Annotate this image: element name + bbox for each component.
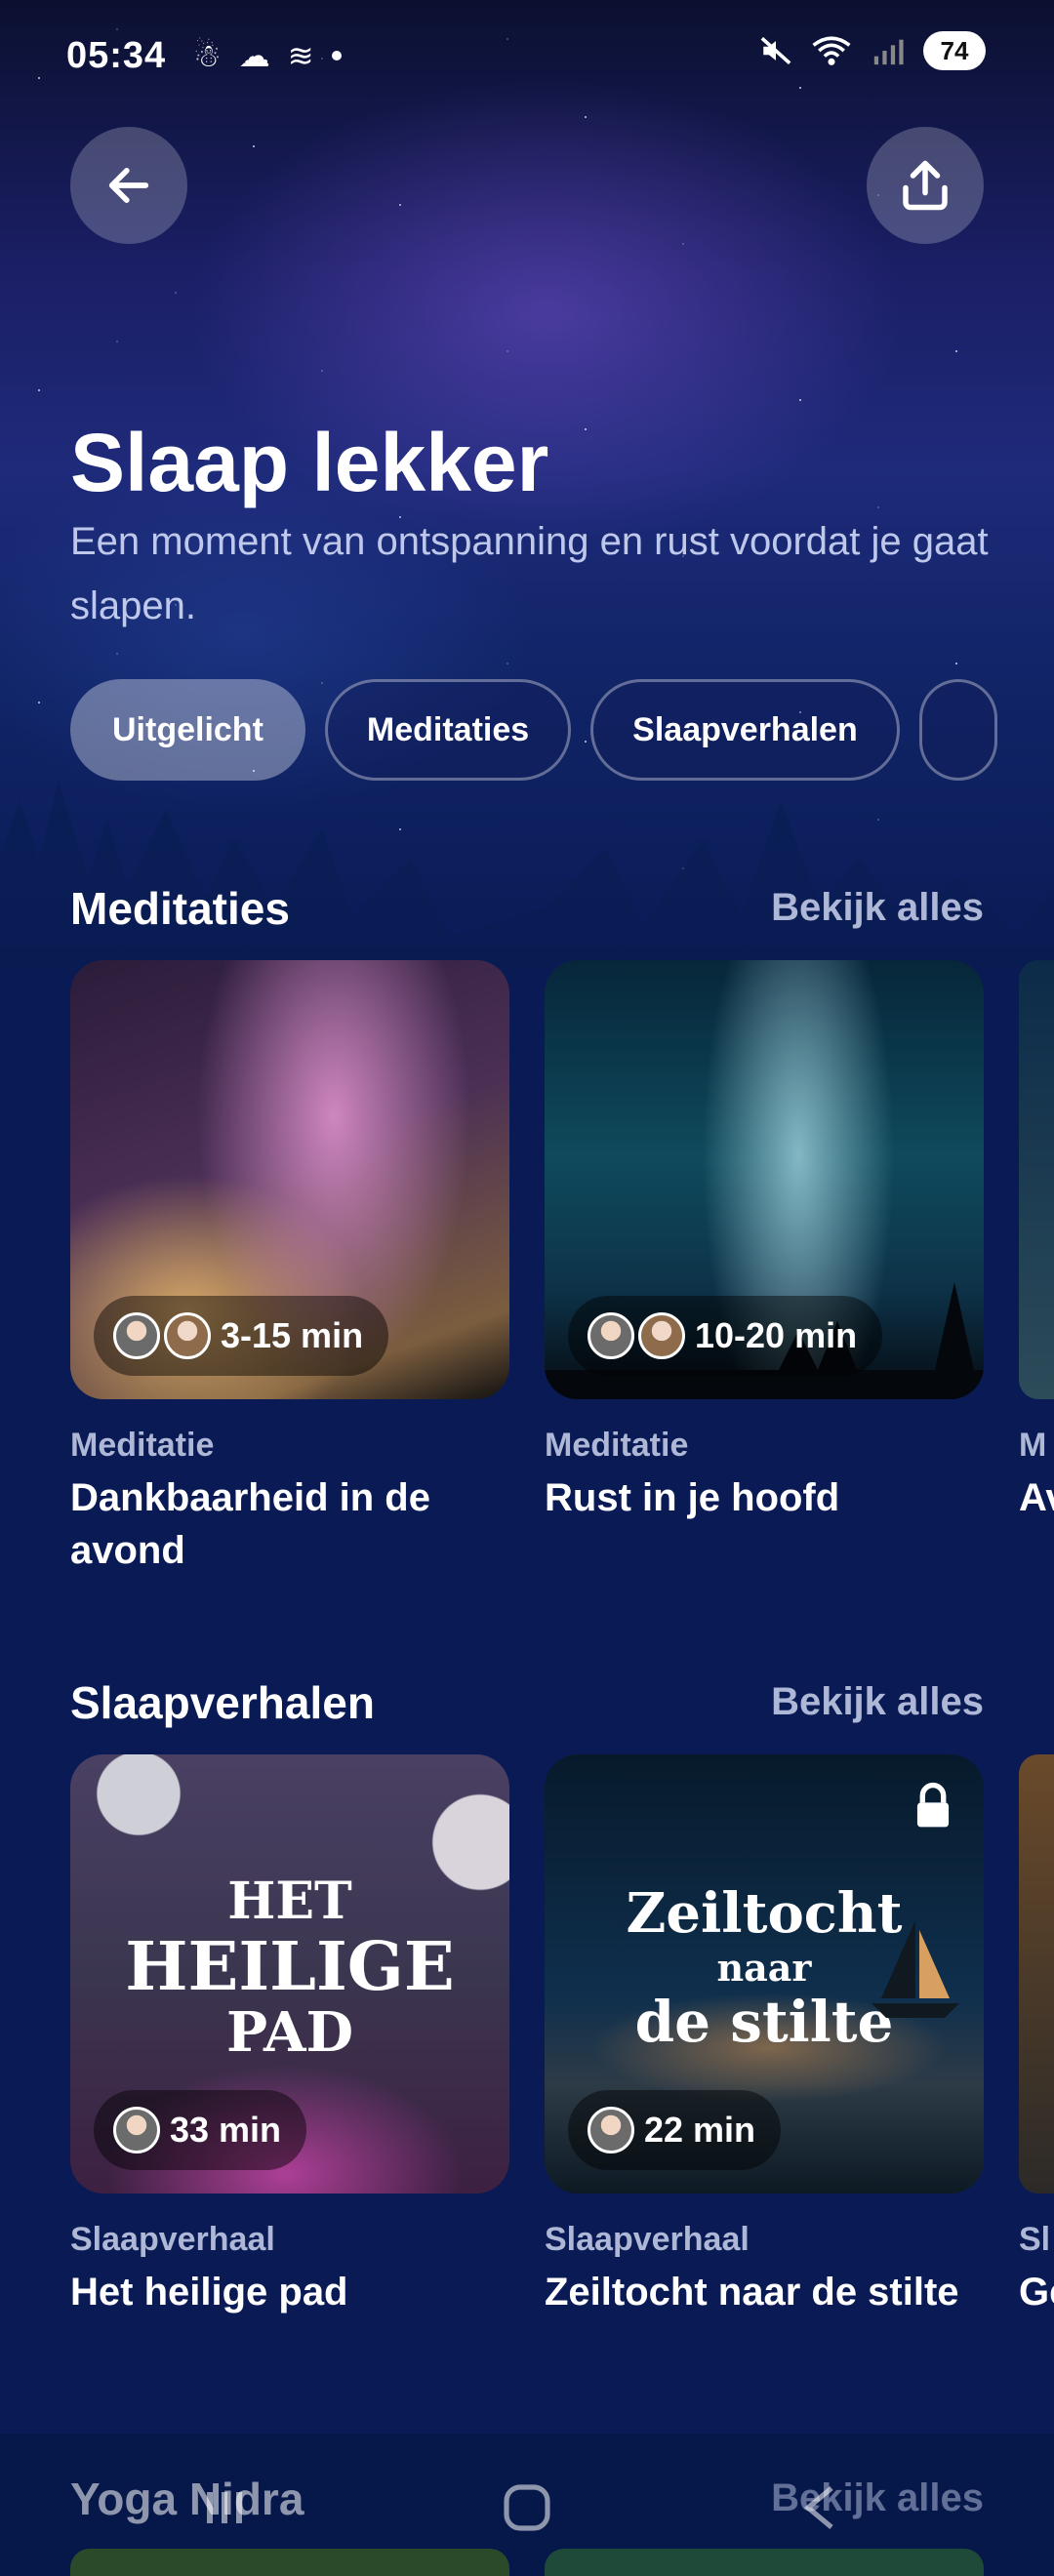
cover-art-text: HET bbox=[227, 1872, 352, 1931]
card-type: Slaapverhaal bbox=[70, 2221, 275, 2258]
status-time: 05:34 bbox=[66, 35, 167, 76]
story-card-peek[interactable] bbox=[1019, 1754, 1054, 2194]
back-button[interactable] bbox=[70, 127, 187, 244]
page-subtitle: Een moment van ontspanning en rust voord… bbox=[70, 520, 989, 627]
sailboat-icon bbox=[872, 1920, 959, 2018]
home-button[interactable] bbox=[488, 2469, 566, 2547]
yoga-card-peek[interactable] bbox=[545, 2549, 984, 2576]
home-icon bbox=[504, 2484, 550, 2531]
card-type-peek: Sl bbox=[1019, 2221, 1051, 2258]
wifi-icon bbox=[812, 36, 851, 65]
chip-next-partial[interactable] bbox=[918, 679, 997, 781]
card-type: Meditatie bbox=[545, 1427, 689, 1464]
notification-icon: ☃ bbox=[193, 38, 222, 73]
meditation-card-image[interactable]: 3-15 min bbox=[70, 960, 509, 1399]
chip-uitgelicht[interactable]: Uitgelicht bbox=[70, 679, 305, 781]
avatar bbox=[113, 2107, 160, 2153]
section-title-yoga-nidra: Yoga Nidra bbox=[70, 2474, 304, 2524]
duration-badge: 3-15 min bbox=[94, 1296, 389, 1376]
arrow-left-icon bbox=[108, 168, 149, 203]
category-chips: Uitgelicht Meditaties Slaapverhalen bbox=[70, 679, 997, 781]
yoga-card-peek[interactable] bbox=[70, 2549, 509, 2576]
duration-text: 10-20 min bbox=[695, 1315, 858, 1355]
data-activity-icon: ≋ bbox=[287, 38, 314, 73]
card-title[interactable]: Dankbaarheid in de avond bbox=[70, 1471, 519, 1577]
system-back-button[interactable] bbox=[790, 2469, 849, 2547]
see-all-meditaties[interactable]: Bekijk alles bbox=[771, 886, 984, 930]
avatar bbox=[638, 1312, 685, 1359]
card-title[interactable]: Zeiltocht naar de stilte bbox=[545, 2266, 993, 2318]
mute-icon bbox=[760, 36, 791, 65]
card-title-peek[interactable]: Av bbox=[1019, 1471, 1054, 1524]
chip-slaapverhalen[interactable]: Slaapverhalen bbox=[590, 679, 900, 781]
card-type: Slaapverhaal bbox=[545, 2221, 750, 2258]
more-notifications-icon bbox=[331, 51, 342, 60]
weather-icon: ☁ bbox=[238, 38, 270, 73]
share-button[interactable] bbox=[867, 127, 984, 244]
meditation-card-peek[interactable] bbox=[1019, 960, 1054, 1399]
recent-apps-icon bbox=[207, 2492, 242, 2523]
signal-icon bbox=[873, 39, 904, 65]
status-notification-icons: ☃ ☁ ≋ bbox=[193, 37, 342, 74]
duration-text: 33 min bbox=[170, 2110, 282, 2150]
chip-meditaties[interactable]: Meditaties bbox=[324, 679, 572, 781]
card-title-peek[interactable]: Ge bbox=[1019, 2266, 1054, 2318]
battery-indicator: 74 bbox=[923, 31, 986, 70]
avatar bbox=[588, 2107, 634, 2153]
status-system-icons: 74 bbox=[759, 31, 986, 70]
duration-text: 3-15 min bbox=[221, 1315, 364, 1355]
card-type: Meditatie bbox=[70, 1427, 215, 1464]
page-title: Slaap lekker bbox=[70, 417, 549, 508]
section-title-slaapverhalen: Slaapverhalen bbox=[70, 1677, 375, 1728]
card-title[interactable]: Rust in je hoofd bbox=[545, 1471, 993, 1524]
story-card-image[interactable]: HET HEILIGE PAD 33 min bbox=[70, 1754, 509, 2194]
avatar bbox=[588, 1312, 634, 1359]
cover-art-text: HEILIGE bbox=[125, 1928, 455, 2006]
status-bar: 05:34 ☃ ☁ ≋ 74 bbox=[0, 0, 1054, 113]
recent-apps-button[interactable] bbox=[195, 2469, 254, 2547]
duration-badge: 33 min bbox=[94, 2090, 307, 2170]
avatar bbox=[164, 1312, 211, 1359]
chevron-left-icon bbox=[803, 2486, 833, 2529]
avatar bbox=[113, 1312, 160, 1359]
see-all-slaapverhalen[interactable]: Bekijk alles bbox=[771, 1680, 984, 1724]
card-title[interactable]: Het heilige pad bbox=[70, 2266, 519, 2318]
section-title-meditaties: Meditaties bbox=[70, 883, 290, 934]
lock-icon bbox=[916, 1782, 950, 1828]
story-card-image[interactable]: Zeiltocht naar de stilte 22 min bbox=[545, 1754, 984, 2194]
duration-text: 22 min bbox=[644, 2110, 756, 2150]
share-icon bbox=[903, 160, 948, 211]
meditation-card-image[interactable]: 10-20 min bbox=[545, 960, 984, 1399]
duration-badge: 10-20 min bbox=[568, 1296, 883, 1376]
card-type-peek: M bbox=[1019, 1427, 1047, 1464]
duration-badge: 22 min bbox=[568, 2090, 782, 2170]
cover-art-text: PAD bbox=[225, 2000, 354, 2065]
